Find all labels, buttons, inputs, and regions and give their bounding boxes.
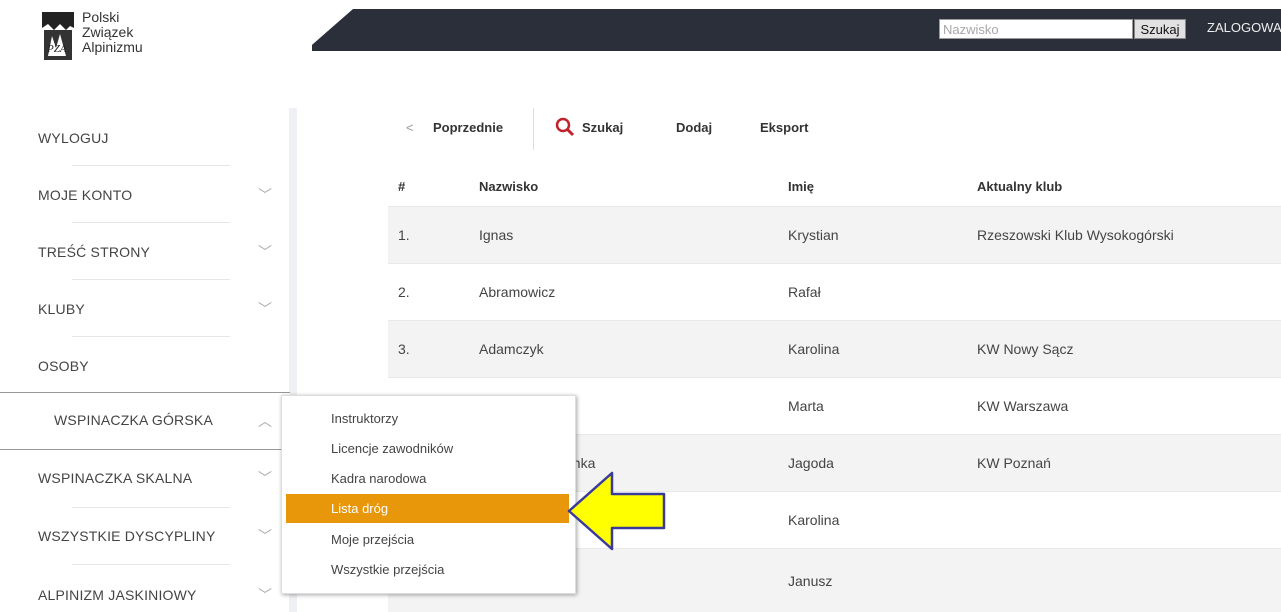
sidebar-item-page-content[interactable]: TREŚĆ STRONY ﹀ (0, 222, 290, 279)
divider (72, 507, 230, 508)
sidebar-item-label: MOJE KONTO (38, 187, 133, 203)
cell-club: KW Warszawa (977, 398, 1069, 414)
submenu-item-label: Instruktorzy (331, 411, 399, 426)
cell-surname: Adamczyk (479, 341, 544, 357)
chevron-left-icon[interactable]: < (406, 120, 414, 135)
svg-text:PZA: PZA (46, 43, 67, 55)
chevron-down-icon: ﹀ (258, 301, 272, 317)
cell-name: Janusz (788, 573, 833, 589)
sidebar-item-label: KLUBY (38, 301, 85, 317)
chevron-down-icon: ﹀ (258, 244, 272, 260)
search-toolbar-button[interactable]: Szukaj (582, 120, 623, 135)
logo-icon[interactable]: PZA (40, 8, 76, 64)
sidebar-item-my-account[interactable]: MOJE KONTO ﹀ (0, 165, 290, 222)
divider (72, 165, 230, 166)
divider (72, 279, 230, 280)
column-header-surname[interactable]: Nazwisko (479, 179, 538, 194)
cell-club: KW Nowy Sącz (977, 341, 1074, 357)
submenu-item-competitor-licenses[interactable]: Licencje zawodników (286, 434, 569, 463)
cell-name: Krystian (788, 227, 839, 243)
cell-club: KW Poznań (977, 455, 1051, 471)
submenu-item-label: Kadra narodowa (331, 471, 427, 486)
submenu-item-label: Lista dróg (331, 501, 389, 516)
sidebar-item-label: WSPINACZKA GÓRSKA (54, 412, 213, 428)
chevron-down-icon: ﹀ (258, 587, 272, 603)
annotation-arrow-icon (566, 470, 668, 552)
table-row[interactable]: 1. Ignas Krystian Rzeszowski Klub Wysoko… (388, 206, 1281, 263)
cell-name: Karolina (788, 512, 840, 528)
sidebar-item-logout[interactable]: WYLOGUJ (0, 108, 290, 165)
sidebar-item-mountaineering[interactable]: WSPINACZKA GÓRSKA ︿ (0, 392, 290, 450)
cell-surname: Abramowicz (479, 284, 556, 300)
cell-name: Rafał (788, 284, 821, 300)
submenu-item-label: Wszystkie przejścia (331, 562, 445, 577)
cell-name: Jagoda (788, 455, 834, 471)
search-button[interactable]: Szukaj (1134, 19, 1186, 39)
submenu-item-label: Moje przejścia (331, 532, 415, 547)
divider (72, 336, 230, 337)
chevron-down-icon: ﹀ (258, 470, 272, 486)
sidebar-item-label: WSZYSTKIE DYSCYPLINY (38, 528, 216, 544)
sidebar-item-rock-climbing[interactable]: WSPINACZKA SKALNA ﹀ (0, 450, 290, 507)
cell-number: 3. (398, 341, 410, 357)
sidebar-item-label: ALPINIZM JASKINIOWY (38, 587, 197, 603)
submenu-item-national-team[interactable]: Kadra narodowa (286, 464, 569, 493)
cell-surname: Ignas (479, 227, 514, 243)
submenu-item-label: Licencje zawodników (331, 441, 454, 456)
submenu-item-all-ascents[interactable]: Wszystkie przejścia (286, 555, 569, 584)
submenu-mountaineering: Instruktorzy Licencje zawodników Kadra n… (281, 395, 576, 594)
chevron-down-icon: ﹀ (258, 187, 272, 203)
sidebar-item-all-disciplines[interactable]: WSZYSTKIE DYSCYPLINY ﹀ (0, 507, 290, 564)
cell-club: Rzeszowski Klub Wysokogórski (977, 227, 1174, 243)
previous-button[interactable]: Poprzednie (433, 120, 503, 135)
submenu-item-route-list[interactable]: Lista dróg (286, 494, 569, 523)
table-header: # Nazwisko Imię Aktualny klub (388, 170, 1281, 204)
login-link[interactable]: ZALOGOWA (1207, 20, 1281, 35)
logo-line: Alpinizmu (82, 39, 143, 55)
chevron-down-icon: ﹀ (258, 528, 272, 544)
divider (72, 222, 230, 223)
sidebar-item-clubs[interactable]: KLUBY ﹀ (0, 279, 290, 336)
column-header-club[interactable]: Aktualny klub (977, 179, 1062, 194)
table-row[interactable]: 3. Adamczyk Karolina KW Nowy Sącz (388, 320, 1281, 377)
column-header-number[interactable]: # (398, 179, 405, 194)
sidebar-item-label: OSOBY (38, 358, 89, 374)
logo-text: Polski Związek Alpinizmu (82, 10, 143, 55)
sidebar-item-persons[interactable]: OSOBY (0, 336, 290, 393)
divider (72, 564, 230, 565)
add-button[interactable]: Dodaj (676, 120, 712, 135)
toolbar-divider (533, 108, 534, 150)
top-bar-notch (305, 9, 353, 51)
column-header-name[interactable]: Imię (788, 179, 814, 194)
sidebar-item-label: WSPINACZKA SKALNA (38, 470, 193, 486)
logo-line: Związek (82, 24, 134, 40)
search-icon[interactable] (555, 117, 575, 140)
sidebar-item-label: WYLOGUJ (38, 130, 109, 146)
sidebar-item-label: TREŚĆ STRONY (38, 244, 151, 260)
search-input[interactable] (939, 19, 1133, 39)
table-row[interactable]: 2. Abramowicz Rafał (388, 263, 1281, 320)
export-button[interactable]: Eksport (760, 120, 808, 135)
sidebar-item-caving[interactable]: ALPINIZM JASKINIOWY ﹀ (0, 564, 290, 612)
cell-number: 2. (398, 284, 410, 300)
submenu-item-my-ascents[interactable]: Moje przejścia (286, 525, 569, 554)
cell-number: 1. (398, 227, 410, 243)
chevron-up-icon: ︿ (258, 413, 272, 429)
submenu-item-instructors[interactable]: Instruktorzy (286, 404, 569, 433)
cell-name: Marta (788, 398, 824, 414)
logo-line: Polski (82, 9, 120, 25)
cell-name: Karolina (788, 341, 840, 357)
